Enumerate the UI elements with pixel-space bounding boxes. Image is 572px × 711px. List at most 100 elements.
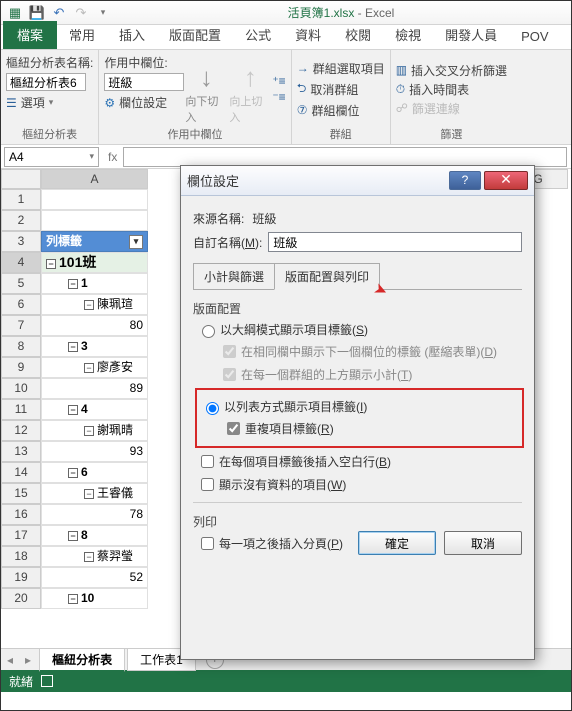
tab-nav-prev-icon[interactable]: ◂ [1, 653, 19, 667]
help-button[interactable]: ? [449, 171, 481, 190]
checkbox-repeat-labels[interactable] [227, 422, 240, 435]
row-header[interactable]: 17 [1, 525, 41, 546]
cell[interactable] [41, 210, 148, 231]
tab-data[interactable]: 資料 [283, 21, 333, 49]
cell[interactable] [41, 189, 148, 210]
collapse-icon[interactable]: − [84, 489, 94, 499]
qat-customize-icon[interactable]: ▾ [94, 4, 112, 22]
fx-icon[interactable]: fx [102, 150, 123, 164]
cell[interactable]: −陳珮瑄 [41, 294, 148, 315]
row-header[interactable]: 6 [1, 294, 41, 315]
insert-slicer-button[interactable]: ▥插入交叉分析篩選 [396, 61, 507, 80]
options-button[interactable]: ☰ 選項 ▾ [6, 93, 93, 112]
row-header[interactable]: 15 [1, 483, 41, 504]
col-header-a[interactable]: A [41, 169, 148, 189]
row-header[interactable]: 16 [1, 504, 41, 525]
checkbox-blank-row[interactable] [201, 455, 214, 468]
save-icon[interactable]: 💾 [28, 4, 46, 22]
cell[interactable]: −蔡羿瑩 [41, 546, 148, 567]
cell[interactable]: −10 [41, 588, 148, 609]
tab-view[interactable]: 檢視 [383, 21, 433, 49]
cell[interactable]: −3 [41, 336, 148, 357]
row-header[interactable]: 20 [1, 588, 41, 609]
collapse-icon[interactable]: − [84, 363, 94, 373]
row-header[interactable]: 4 [1, 252, 41, 273]
row-header[interactable]: 14 [1, 462, 41, 483]
tab-home[interactable]: 常用 [57, 21, 107, 49]
checkbox-show-no-data[interactable] [201, 478, 214, 491]
cell[interactable]: −1 [41, 273, 148, 294]
cell[interactable]: −8 [41, 525, 148, 546]
row-header[interactable]: 13 [1, 441, 41, 462]
undo-icon[interactable]: ↶ [50, 4, 68, 22]
cell[interactable]: −4 [41, 399, 148, 420]
cell[interactable]: 93 [41, 441, 148, 462]
collapse-icon[interactable]: − [68, 594, 78, 604]
tab-layout[interactable]: 版面配置 [157, 21, 233, 49]
cancel-button[interactable]: 取消 [444, 531, 522, 555]
collapse-icon[interactable]: − [84, 426, 94, 436]
row-header[interactable]: 18 [1, 546, 41, 567]
collapse-icon[interactable]: − [68, 468, 78, 478]
row-header[interactable]: 8 [1, 336, 41, 357]
option-repeat-labels[interactable]: 重複項目標籤(R) [223, 419, 518, 438]
tab-review[interactable]: 校閱 [333, 21, 383, 49]
group-field-button[interactable]: ⑦群組欄位 [297, 101, 385, 120]
radio-outline[interactable] [202, 325, 215, 338]
cell[interactable]: −廖彥安 [41, 357, 148, 378]
collapse-icon[interactable]: − [84, 552, 94, 562]
row-header[interactable]: 5 [1, 273, 41, 294]
tab-subtotals-filters[interactable]: 小計與篩選 [193, 263, 275, 290]
row-header[interactable]: 2 [1, 210, 41, 231]
close-button[interactable]: ✕ [484, 171, 528, 190]
option-show-no-data[interactable]: 顯示沒有資料的項目(W) [197, 475, 522, 494]
cell-a4[interactable]: −101班 [41, 252, 148, 273]
select-all-corner[interactable] [1, 169, 41, 189]
collapse-icon[interactable]: − [68, 342, 78, 352]
row-header[interactable]: 7 [1, 315, 41, 336]
collapse-icon[interactable]: − [84, 300, 94, 310]
formula-bar[interactable] [123, 147, 567, 167]
ungroup-button[interactable]: ⮌取消群組 [297, 78, 385, 101]
active-field-input[interactable] [104, 73, 184, 91]
ok-button[interactable]: 確定 [358, 531, 436, 555]
tab-insert[interactable]: 插入 [107, 21, 157, 49]
tab-nav-next-icon[interactable]: ▸ [19, 653, 37, 667]
drill-up-button[interactable]: ↑ 向上切入 [229, 53, 271, 125]
collapse-icon[interactable]: − [68, 279, 78, 289]
row-header[interactable]: 11 [1, 399, 41, 420]
tab-developer[interactable]: 開發人員 [433, 21, 509, 49]
cell[interactable]: −王睿儀 [41, 483, 148, 504]
tab-file[interactable]: 檔案 [3, 21, 57, 49]
collapse-icon[interactable]: − [68, 405, 78, 415]
field-settings-button[interactable]: ⚙ 欄位設定 [104, 93, 184, 112]
sheet-tab-pivot[interactable]: 樞紐分析表 [39, 648, 125, 672]
tab-powerpivot[interactable]: POV [509, 25, 560, 49]
group-selection-button[interactable]: →群組選取項目 [297, 59, 385, 78]
row-header[interactable]: 12 [1, 420, 41, 441]
drill-down-button[interactable]: ↓ 向下切入 [185, 53, 227, 125]
cell[interactable]: −6 [41, 462, 148, 483]
macro-record-icon[interactable] [41, 675, 53, 687]
insert-timeline-button[interactable]: ⏱插入時間表 [396, 80, 507, 99]
cell[interactable]: −謝珮晴 [41, 420, 148, 441]
collapse-icon[interactable]: ⁻≡ [272, 90, 285, 104]
cell[interactable]: 89 [41, 378, 148, 399]
cell[interactable]: 80 [41, 315, 148, 336]
filter-connections-button[interactable]: ☍篩選連線 [396, 99, 507, 118]
pivot-row-labels-header[interactable]: 列標籤▾ [41, 231, 148, 252]
collapse-icon[interactable]: − [46, 259, 56, 269]
cell[interactable]: 78 [41, 504, 148, 525]
redo-icon[interactable]: ↷ [72, 4, 90, 22]
row-header[interactable]: 9 [1, 357, 41, 378]
filter-dropdown-icon[interactable]: ▾ [129, 235, 143, 249]
row-header[interactable]: 1 [1, 189, 41, 210]
collapse-icon[interactable]: − [68, 531, 78, 541]
dialog-titlebar[interactable]: 欄位設定 ? ✕ [181, 166, 534, 196]
name-box[interactable]: A4▾ [4, 147, 99, 167]
tab-layout-print[interactable]: 版面配置與列印 ➤ [274, 263, 380, 290]
option-blank-row[interactable]: 在每個項目標籤後插入空白行(B) [197, 452, 522, 471]
row-header[interactable]: 10 [1, 378, 41, 399]
checkbox-page-break[interactable] [201, 537, 214, 550]
custom-name-input[interactable] [268, 232, 522, 252]
